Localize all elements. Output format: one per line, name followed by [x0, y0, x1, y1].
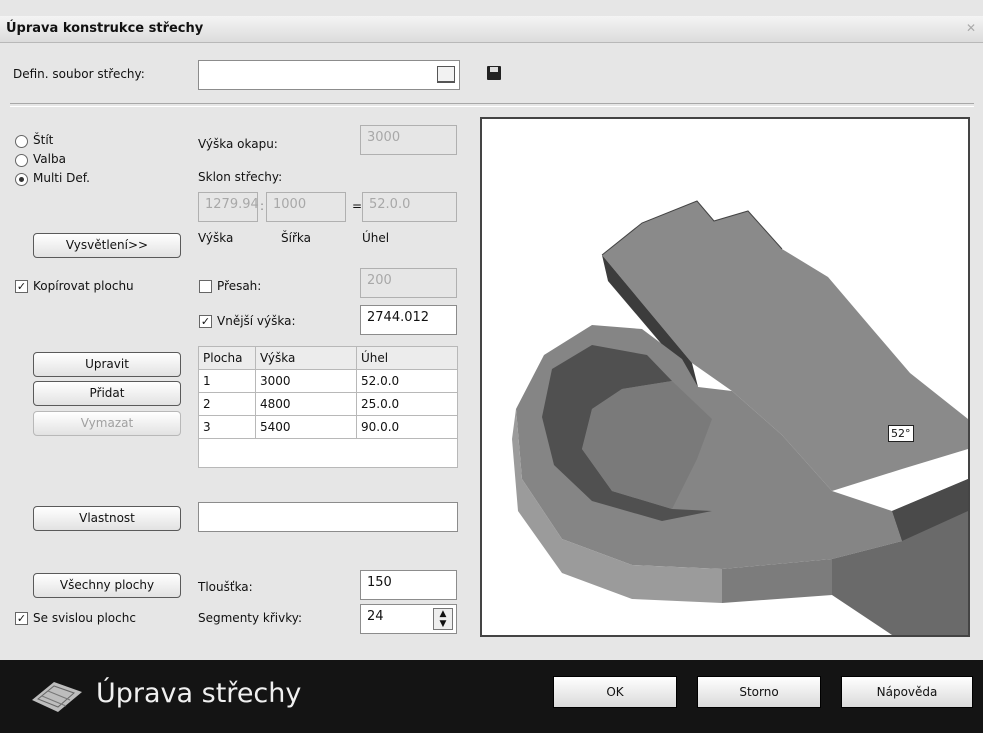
- window-title: Úprava konstrukce střechy: [6, 21, 204, 36]
- angle-label: 52°: [888, 425, 914, 442]
- table-cell: 90.0.0: [356, 415, 458, 439]
- separator: [10, 103, 974, 107]
- table-cell: 4800: [255, 392, 357, 416]
- radio-multi-def[interactable]: [15, 173, 28, 186]
- overhang-input[interactable]: 200: [360, 268, 457, 298]
- table-cell: 2: [198, 392, 256, 416]
- radio-multi-def-label: Multi Def.: [33, 171, 90, 185]
- table-row[interactable]: 2 4800 25.0.0: [198, 392, 458, 416]
- thickness-input[interactable]: 150: [360, 570, 457, 600]
- slope-label: Sklon střechy:: [198, 170, 283, 184]
- explain-button[interactable]: Vysvětlení>>: [33, 233, 181, 258]
- table-row[interactable]: 1 3000 52.0.0: [198, 369, 458, 393]
- radio-valba[interactable]: [15, 154, 28, 167]
- table-row[interactable]: 3 5400 90.0.0: [198, 415, 458, 439]
- radio-valba-label: Valba: [33, 152, 66, 166]
- table-cell: 52.0.0: [356, 369, 458, 393]
- vertical-surface-label: Se svislou plochc: [33, 611, 136, 625]
- dialog-window: Úprava konstrukce střechy ✕ Defin. soubo…: [0, 0, 983, 733]
- copy-surface-checkbox[interactable]: ✓: [15, 280, 28, 293]
- radio-stit-label: Štít: [33, 133, 54, 147]
- close-icon[interactable]: ✕: [963, 20, 979, 36]
- slope-equals: =: [352, 199, 363, 213]
- save-icon[interactable]: [487, 66, 501, 80]
- slope-colon: :: [260, 199, 265, 213]
- definition-file-label: Defin. soubor střechy:: [13, 67, 145, 81]
- all-surfaces-button[interactable]: Všechny plochy: [33, 573, 181, 598]
- browse-folder-icon[interactable]: [437, 66, 455, 83]
- footer-brand-title: Úprava střechy: [96, 678, 302, 709]
- slope-width-input[interactable]: 1000: [266, 192, 346, 222]
- delete-button[interactable]: Vymazat: [33, 411, 181, 436]
- slope-width-caption: Šířka: [281, 231, 311, 245]
- eave-height-label: Výška okapu:: [198, 137, 278, 151]
- slope-angle-caption: Úhel: [362, 231, 390, 245]
- definition-file-input[interactable]: [198, 60, 460, 90]
- table-header-row: Plocha Výška Úhel: [198, 346, 458, 370]
- outer-height-checkbox[interactable]: ✓: [199, 315, 212, 328]
- property-button[interactable]: Vlastnost: [33, 506, 181, 531]
- footer-bar: Úprava střechy: [0, 660, 983, 733]
- roof-preview[interactable]: 52°: [480, 117, 970, 637]
- table-cell: 25.0.0: [356, 392, 458, 416]
- surfaces-table: Plocha Výška Úhel 1 3000 52.0.0 2 4800 2…: [198, 346, 458, 468]
- copy-surface-label: Kopírovat plochu: [33, 279, 134, 293]
- vertical-surface-checkbox[interactable]: ✓: [15, 612, 28, 625]
- slope-height-input[interactable]: 1279.94: [198, 192, 259, 222]
- column-header-uhel[interactable]: Úhel: [356, 346, 458, 370]
- ok-button[interactable]: OK: [553, 676, 677, 708]
- segments-value: 24: [367, 609, 384, 624]
- segments-spinner-icon[interactable]: ▲ ▼: [433, 608, 453, 630]
- help-button[interactable]: Nápověda: [841, 676, 973, 708]
- overhang-checkbox[interactable]: [199, 280, 212, 293]
- slope-angle-input[interactable]: 52.0.0: [362, 192, 457, 222]
- segments-label: Segmenty křivky:: [198, 611, 303, 625]
- outer-height-label: Vnější výška:: [217, 314, 296, 328]
- edit-button[interactable]: Upravit: [33, 352, 181, 377]
- table-empty-row: [198, 438, 458, 468]
- eave-height-input[interactable]: 3000: [360, 125, 457, 155]
- radio-stit[interactable]: [15, 135, 28, 148]
- table-cell: 3: [198, 415, 256, 439]
- roof-logo-icon: [32, 682, 82, 712]
- roof-3d-model: [512, 200, 968, 635]
- column-header-vyska[interactable]: Výška: [255, 346, 357, 370]
- column-header-plocha[interactable]: Plocha: [198, 346, 256, 370]
- table-cell: 3000: [255, 369, 357, 393]
- thickness-label: Tloušťka:: [198, 580, 253, 594]
- table-cell: 1: [198, 369, 256, 393]
- add-button[interactable]: Přidat: [33, 381, 181, 406]
- outer-height-input[interactable]: 2744.012: [360, 305, 457, 335]
- cancel-button[interactable]: Storno: [697, 676, 821, 708]
- overhang-label: Přesah:: [217, 279, 262, 293]
- property-input[interactable]: [198, 502, 458, 532]
- title-bar: Úprava konstrukce střechy ✕: [0, 16, 983, 43]
- slope-height-caption: Výška: [198, 231, 234, 245]
- table-cell: 5400: [255, 415, 357, 439]
